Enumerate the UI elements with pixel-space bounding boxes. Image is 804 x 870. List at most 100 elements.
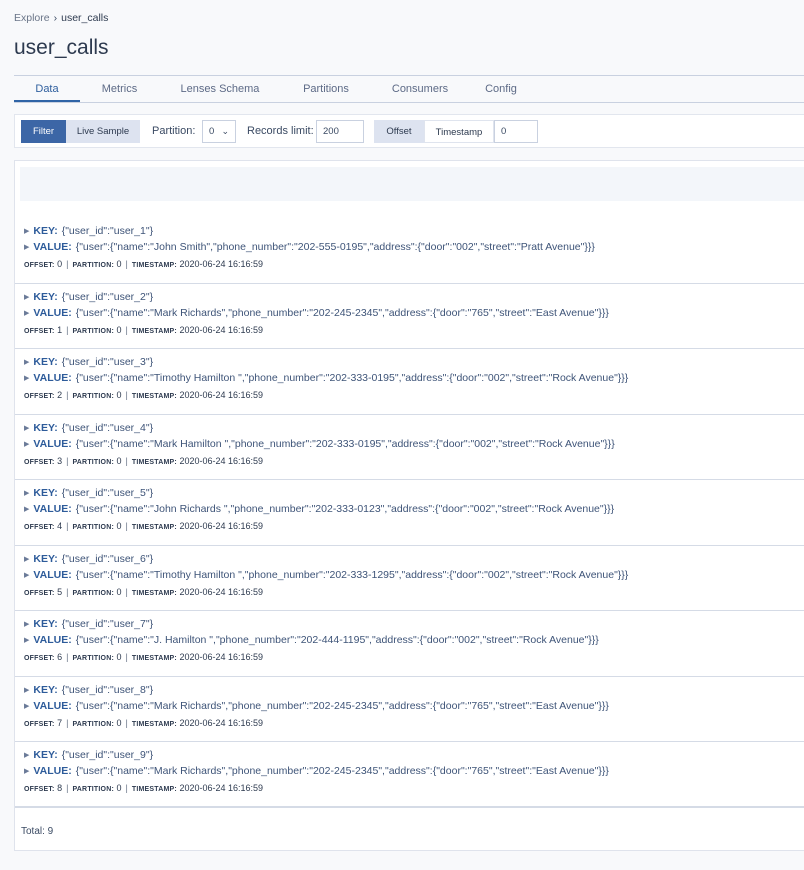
record-partition: 0 [116,783,122,793]
record-row: ▶ KEY: {"user_id":"user_2"} ▶ VALUE: {"user":… [15,284,804,349]
offset-button[interactable]: Offset [374,120,424,143]
expand-arrow-icon[interactable]: ▶ [24,752,29,759]
expand-arrow-icon[interactable]: ▶ [24,425,29,432]
expand-arrow-icon[interactable]: ▶ [24,621,29,628]
key-label: KEY: [33,552,58,565]
records-list: ▶ KEY: {"user_id":"user_1"} ▶ VALUE: {"user":… [15,218,804,808]
expand-arrow-icon[interactable]: ▶ [24,244,29,251]
record-offset: 5 [57,586,63,597]
record-key-line[interactable]: ▶ KEY: {"user_id":"user_6"} [24,551,804,567]
record-offset: 7 [57,717,63,728]
tab-lenses-schema[interactable]: Lenses Schema [159,76,281,102]
offset-label: OFFSET: [24,393,55,400]
record-value: {"user":{"name":"J. Hamilton ","phone_nu… [75,634,599,646]
records-limit-input[interactable]: 200 [316,120,364,143]
offset-label: OFFSET: [24,589,55,597]
expand-arrow-icon[interactable]: ▶ [24,768,29,775]
record-value-line[interactable]: ▶ VALUE: {"user":{"name":"Mark Hamilton ",… [24,436,804,452]
key-label: KEY: [33,421,58,434]
live-sample-button[interactable]: Live Sample [66,120,140,143]
record-key-line[interactable]: ▶ KEY: {"user_id":"user_9"} [24,747,804,763]
record-value-line[interactable]: ▶ VALUE: {"user":{"name":"Timothy Hamilton… [24,567,804,583]
record-value-line[interactable]: ▶ VALUE: {"user":{"name":"J. Hamilton ","p… [24,632,804,648]
value-label: VALUE: [33,241,72,253]
expand-arrow-icon[interactable]: ▶ [24,490,29,497]
record-key-line[interactable]: ▶ KEY: {"user_id":"user_2"} [24,289,804,305]
record-offset: 2 [57,390,63,400]
record-key-line[interactable]: ▶ KEY: {"user_id":"user_8"} [24,682,804,698]
record-offset: 0 [57,259,63,269]
timestamp-label: TIMESTAMP: [131,786,177,793]
record-partition: 0 [116,324,122,335]
expand-arrow-icon[interactable]: ▶ [24,556,29,563]
record-offset: 6 [57,652,63,662]
records-panel: ▶ KEY: {"user_id":"user_1"} ▶ VALUE: {"user":… [14,160,804,851]
offset-input[interactable]: 0 [494,120,538,143]
record-timestamp: 2020-06-24 16:16:59 [179,652,264,662]
record-value-line[interactable]: ▶ VALUE: {"user":{"name":"John Richards ",… [24,501,804,517]
record-key-line[interactable]: ▶ KEY: {"user_id":"user_3"} [24,354,804,370]
record-partition: 0 [116,717,122,728]
tab-partitions[interactable]: Partitions [281,76,371,102]
expand-arrow-icon[interactable]: ▶ [24,441,29,448]
record-row: ▶ KEY: {"user_id":"user_9"} ▶ VALUE: {"user":… [15,742,804,808]
tab-consumers[interactable]: Consumers [371,76,469,102]
value-label: VALUE: [33,699,72,712]
timestamp-label: TIMESTAMP: [131,327,177,335]
record-value-line[interactable]: ▶ VALUE: {"user":{"name":"Mark Richards","… [24,763,804,779]
record-partition: 0 [116,652,122,662]
record-key-line[interactable]: ▶ KEY: {"user_id":"user_1"} [24,223,804,239]
record-partition: 0 [116,521,122,531]
expand-arrow-icon[interactable]: ▶ [24,687,29,694]
page-title: user_calls [14,36,109,59]
total-count: Total: 9 [21,826,54,837]
expand-arrow-icon[interactable]: ▶ [24,703,29,710]
record-key: {"user_id":"user_9"} [61,749,154,761]
meta-separator: | [66,324,69,335]
tab-metrics[interactable]: Metrics [80,76,159,102]
record-meta: OFFSET: 8 | PARTITION: 0 | TIMESTAMP: 2020-0… [24,779,804,797]
expand-arrow-icon[interactable]: ▶ [24,637,29,644]
timestamp-label: TIMESTAMP: [131,720,177,728]
meta-separator: | [125,521,128,531]
expand-arrow-icon[interactable]: ▶ [24,572,29,579]
expand-arrow-icon[interactable]: ▶ [24,506,29,513]
value-label: VALUE: [33,503,72,515]
record-meta: OFFSET: 2 | PARTITION: 0 | TIMESTAMP: 2020-0… [24,386,804,404]
record-key-line[interactable]: ▶ KEY: {"user_id":"user_5"} [24,485,804,501]
partition-label: PARTITION: [72,262,114,269]
expand-arrow-icon[interactable]: ▶ [24,310,29,317]
partition-label: PARTITION: [72,327,114,335]
timestamp-label: TIMESTAMP: [131,655,177,662]
meta-separator: | [66,717,69,728]
meta-separator: | [125,717,128,728]
meta-separator: | [66,521,69,531]
query-toolbar: Filter Live Sample Partition: 0 ⌄ Record… [14,114,804,148]
expand-arrow-icon[interactable]: ▶ [24,228,29,235]
record-key-line[interactable]: ▶ KEY: {"user_id":"user_4"} [24,420,804,436]
record-value-line[interactable]: ▶ VALUE: {"user":{"name":"John Smith","pho… [24,239,804,255]
record-meta: OFFSET: 5 | PARTITION: 0 | TIMESTAMP: 2020-0… [24,583,804,601]
breadcrumb: Explore › user_calls [14,12,108,24]
filter-button[interactable]: Filter [21,120,66,143]
expand-arrow-icon[interactable]: ▶ [24,359,29,366]
record-row: ▶ KEY: {"user_id":"user_1"} ▶ VALUE: {"user":… [15,218,804,284]
expand-arrow-icon[interactable]: ▶ [24,294,29,301]
record-value-line[interactable]: ▶ VALUE: {"user":{"name":"Timothy Hamilton… [24,370,804,386]
breadcrumb-explore-link[interactable]: Explore [14,12,50,24]
record-value-line[interactable]: ▶ VALUE: {"user":{"name":"Mark Richards","… [24,698,804,714]
record-key-line[interactable]: ▶ KEY: {"user_id":"user_7"} [24,616,804,632]
record-meta: OFFSET: 3 | PARTITION: 0 | TIMESTAMP: 2020-0… [24,452,804,470]
tab-config[interactable]: Config [469,76,533,102]
partition-select[interactable]: 0 ⌄ [202,120,236,143]
timestamp-button[interactable]: Timestamp [424,120,494,143]
tab-bar: Data Metrics Lenses Schema Partitions Co… [14,75,804,103]
record-value-line[interactable]: ▶ VALUE: {"user":{"name":"Mark Richards","… [24,305,804,321]
value-label: VALUE: [33,568,72,581]
meta-separator: | [66,259,69,269]
record-meta: OFFSET: 1 | PARTITION: 0 | TIMESTAMP: 2020-0… [24,321,804,339]
tab-data[interactable]: Data [14,76,80,102]
filter-bar[interactable] [20,167,804,201]
expand-arrow-icon[interactable]: ▶ [24,375,29,382]
record-timestamp: 2020-06-24 16:16:59 [179,390,264,400]
